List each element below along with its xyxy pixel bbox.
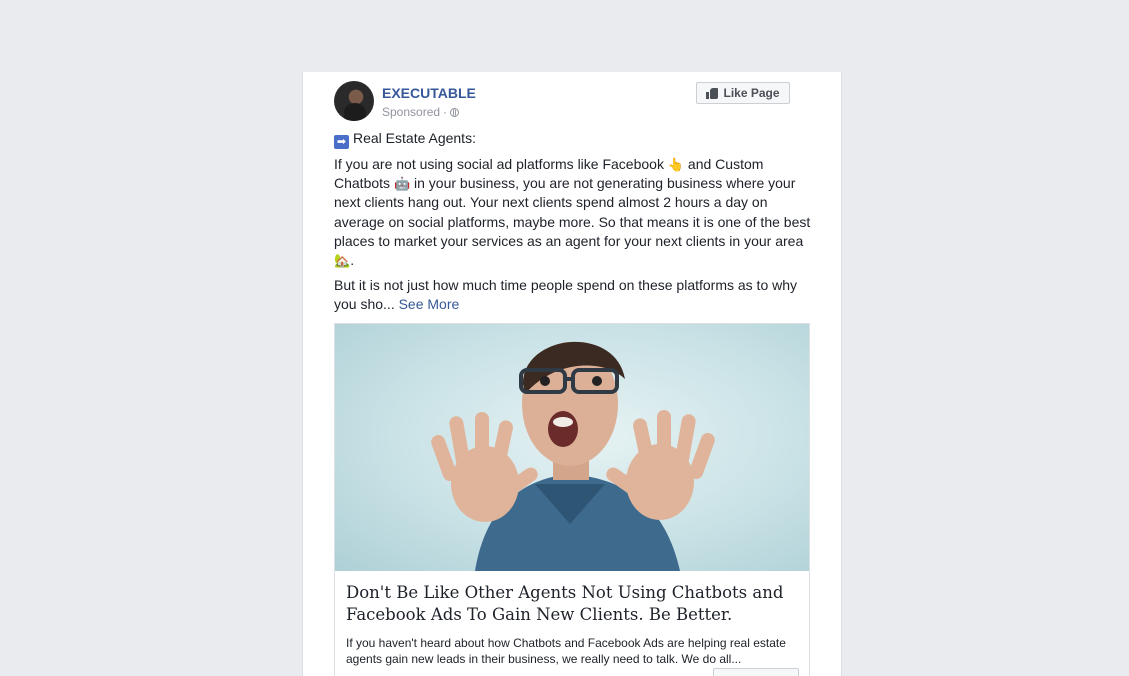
preview-image[interactable] <box>335 324 809 571</box>
paragraph-1-part-a: If you are not using social ad platforms… <box>334 156 664 172</box>
page-avatar[interactable] <box>334 81 374 121</box>
paragraph-1: If you are not using social ad platforms… <box>334 155 812 270</box>
post-header: EXECUTABLE Sponsored · Like Page <box>334 72 812 124</box>
cta-button[interactable] <box>713 668 799 676</box>
paragraph-2: But it is not just how much time people … <box>334 276 812 314</box>
preview-body: Don't Be Like Other Agents Not Using Cha… <box>346 582 798 667</box>
meta-separator: · <box>443 105 448 119</box>
post-content: EXECUTABLE Sponsored · Like Page ➡ Real E… <box>334 72 812 676</box>
intro-line: ➡ Real Estate Agents: <box>334 129 812 149</box>
sponsored-post-card: EXECUTABLE Sponsored · Like Page ➡ Real E… <box>302 72 842 676</box>
like-page-label: Like Page <box>723 86 780 100</box>
arrow-right-icon: ➡ <box>334 135 349 149</box>
thumb-up-icon <box>706 87 719 99</box>
preview-headline[interactable]: Don't Be Like Other Agents Not Using Cha… <box>346 582 798 626</box>
post-message: ➡ Real Estate Agents: If you are not usin… <box>334 129 812 321</box>
preview-description: If you haven't heard about how Chatbots … <box>346 636 786 666</box>
like-page-button[interactable]: Like Page <box>696 82 790 104</box>
robot-emoji: 🤖 <box>393 176 411 192</box>
intro-text: Real Estate Agents: <box>353 130 476 146</box>
scared-man-illustration <box>431 341 715 571</box>
house-emoji: 🏡 <box>334 253 351 269</box>
globe-icon <box>450 107 460 117</box>
page-name-link[interactable]: EXECUTABLE <box>382 85 476 101</box>
sponsored-meta: Sponsored · <box>382 105 460 119</box>
pointing-up-emoji: 👆 <box>667 157 685 172</box>
paragraph-1-end: . <box>350 252 355 269</box>
see-more-link[interactable]: See More <box>399 296 460 312</box>
link-preview[interactable]: Don't Be Like Other Agents Not Using Cha… <box>334 323 810 676</box>
sponsored-label: Sponsored <box>382 105 441 119</box>
